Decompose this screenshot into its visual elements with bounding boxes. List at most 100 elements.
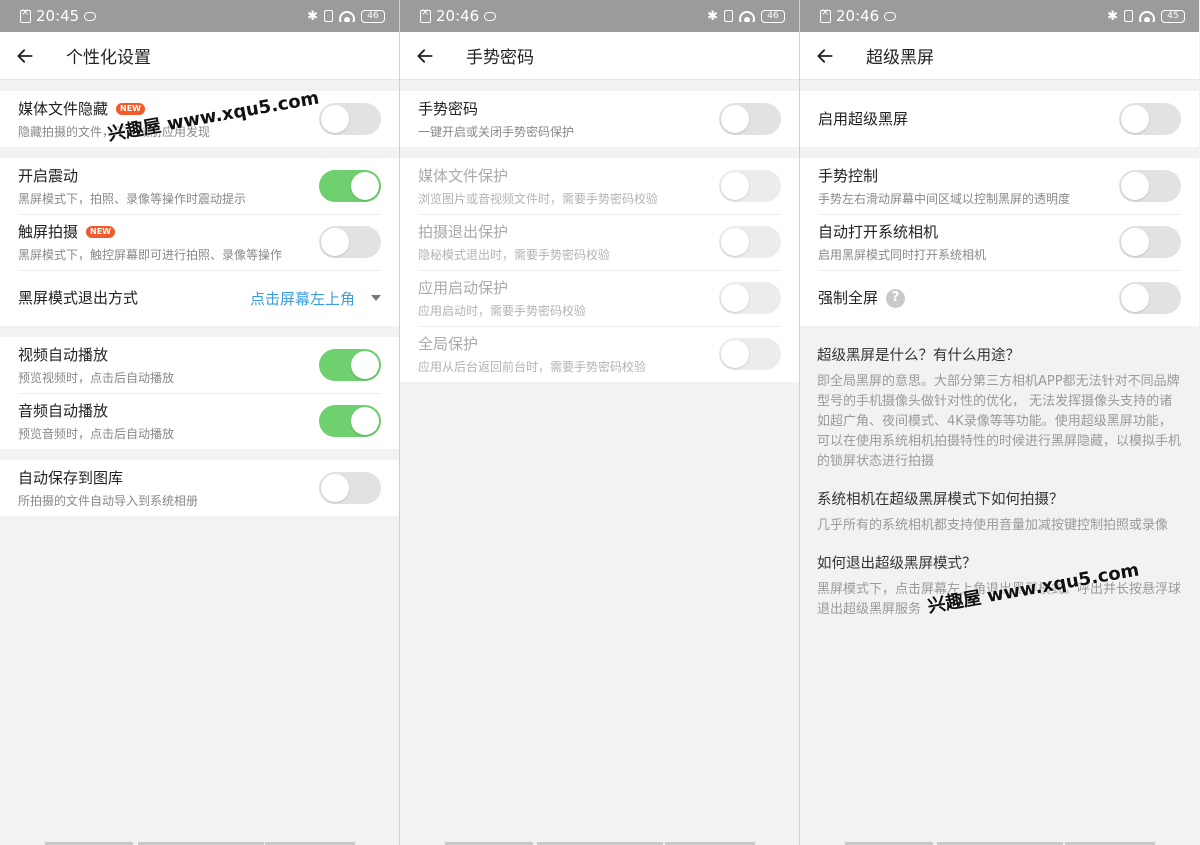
setting-title: 开启震动 xyxy=(18,166,79,185)
setting-title: 全局保护 xyxy=(418,334,479,353)
setting-title: 手势密码 xyxy=(418,99,479,118)
settings-section: 手势密码一键开启或关闭手势密码保护 xyxy=(400,91,799,147)
settings-row[interactable]: 开启震动 黑屏模式下，拍照、录像等操作时震动提示 xyxy=(0,158,399,214)
toggle-switch[interactable] xyxy=(719,103,781,135)
exit-mode-dropdown[interactable]: 点击屏幕左上角 xyxy=(250,288,381,309)
settings-row[interactable]: 自动打开系统相机 启用黑屏模式同时打开系统相机 xyxy=(800,214,1199,270)
setting-title: 应用启动保护 xyxy=(418,278,509,297)
help-icon[interactable]: ? xyxy=(886,288,906,308)
faq-answer: 即全局黑屏的意思。大部分第三方相机APP都无法针对不同品牌型号的手机摄像头做针对… xyxy=(817,374,1182,469)
setting-description: 黑屏模式下，触控屏幕即可进行拍照、录像等操作 xyxy=(18,247,283,262)
app-bar: 超级黑屏 xyxy=(800,32,1199,80)
toggle-switch xyxy=(719,338,781,370)
setting-title: 媒体文件隐藏 xyxy=(18,99,109,118)
status-time: 20:46 xyxy=(436,7,480,25)
toggle-switch[interactable] xyxy=(319,405,381,437)
setting-description: 应用启动时，需要手势密码校验 xyxy=(418,303,587,318)
setting-description: 隐秘模式退出时，需要手势密码校验 xyxy=(418,247,611,262)
settings-row[interactable]: 自动保存到图库所拍摄的文件自动导入到系统相册 xyxy=(0,460,399,516)
setting-description: 预览音频时，点击后自动播放 xyxy=(18,426,175,441)
settings-row[interactable]: 应用启动保护应用启动时，需要手势密码校验 xyxy=(400,270,799,326)
settings-row[interactable]: 触屏拍摄 NEW 黑屏模式下，触控屏幕即可进行拍照、录像等操作 xyxy=(0,214,399,270)
toggle-switch[interactable] xyxy=(319,472,381,504)
bluetooth-icon: ✱ xyxy=(707,8,718,24)
toggle-knob xyxy=(1121,105,1149,133)
setting-description: 一键开启或关闭手势密码保护 xyxy=(418,124,575,139)
toggle-switch[interactable] xyxy=(1119,226,1181,258)
back-button[interactable] xyxy=(400,32,450,80)
toggle-switch[interactable] xyxy=(1119,103,1181,135)
battery-icon: 46 xyxy=(761,9,785,23)
settings-row[interactable]: 强制全屏? xyxy=(800,270,1199,326)
vibrate-icon xyxy=(324,10,333,22)
notification-icon xyxy=(884,11,897,21)
status-time: 20:46 xyxy=(836,7,880,25)
settings-row[interactable]: 手势密码一键开启或关闭手势密码保护 xyxy=(400,91,799,147)
bluetooth-icon: ✱ xyxy=(1107,8,1118,24)
back-button[interactable] xyxy=(0,32,50,80)
settings-row[interactable]: 启用超级黑屏 xyxy=(800,91,1199,147)
toggle-knob xyxy=(721,284,749,312)
page-title: 超级黑屏 xyxy=(866,48,934,68)
wifi-icon xyxy=(739,10,755,22)
toggle-knob xyxy=(351,351,379,379)
settings-row[interactable]: 视频自动播放 预览视频时，点击后自动播放 xyxy=(0,337,399,393)
toggle-switch[interactable] xyxy=(319,170,381,202)
toggle-switch[interactable] xyxy=(319,103,381,135)
panel-super-blackscreen: 20:46 ✱ 45 超级黑屏启用超级黑屏手势控制手势左右滑动屏幕中间区域以控制黑屏的… xyxy=(800,0,1199,845)
toggle-switch[interactable] xyxy=(319,349,381,381)
settings-row[interactable]: 黑屏模式退出方式 点击屏幕左上角 xyxy=(0,270,399,326)
setting-title: 黑屏模式退出方式 xyxy=(18,289,139,307)
faq-question: 系统相机在超级黑屏模式下如何拍摄？ xyxy=(817,492,1064,508)
setting-title: 强制全屏 xyxy=(818,289,879,307)
settings-row[interactable]: 手势控制 手势左右滑动屏幕中间区域以控制黑屏的透明度 xyxy=(800,158,1199,214)
notification-icon xyxy=(484,11,497,21)
notification-icon xyxy=(84,11,97,21)
settings-row[interactable]: 媒体文件保护 浏览图片或音视频文件时，需要手势密码校验 xyxy=(400,158,799,214)
settings-section: 媒体文件保护 浏览图片或音视频文件时，需要手势密码校验拍摄退出保护隐秘模式退出时，… xyxy=(400,158,799,382)
settings-row[interactable]: 音频自动播放预览音频时，点击后自动播放 xyxy=(0,393,399,449)
settings-section: 开启震动 黑屏模式下，拍照、录像等操作时震动提示 触屏拍摄 NEW 黑屏模式下，触控屏幕… xyxy=(0,158,399,326)
wifi-icon xyxy=(1139,10,1155,22)
toggle-switch[interactable] xyxy=(319,226,381,258)
toggle-knob xyxy=(321,228,349,256)
settings-section: 自动保存到图库所拍摄的文件自动导入到系统相册 xyxy=(0,460,399,516)
no-sim-icon xyxy=(820,7,831,23)
status-time: 20:45 xyxy=(36,7,80,25)
setting-description: 所拍摄的文件自动导入到系统相册 xyxy=(18,493,199,508)
toggle-knob xyxy=(1121,228,1149,256)
setting-title: 触屏拍摄 xyxy=(18,222,79,241)
app-bar: 手势密码 xyxy=(400,32,799,80)
setting-title: 音频自动播放 xyxy=(18,401,109,420)
toggle-switch[interactable] xyxy=(1119,170,1181,202)
app-bar: 个性化设置 xyxy=(0,32,399,80)
setting-title: 视频自动播放 xyxy=(18,345,109,364)
caret-down-icon xyxy=(371,295,381,301)
toggle-knob xyxy=(721,172,749,200)
setting-description: 启用黑屏模式同时打开系统相机 xyxy=(818,247,987,262)
wifi-icon xyxy=(339,10,355,22)
setting-title: 手势控制 xyxy=(818,166,879,185)
setting-title: 拍摄退出保护 xyxy=(418,222,509,241)
setting-description: 应用从后台返回前台时，需要手势密码校验 xyxy=(418,359,647,374)
settings-section: 视频自动播放 预览视频时，点击后自动播放音频自动播放预览音频时，点击后自动播放 xyxy=(0,337,399,449)
status-bar: 20:45 ✱ 46 xyxy=(0,0,399,32)
toggle-knob xyxy=(1121,172,1149,200)
faq-answer: 几乎所有的系统相机都支持使用音量加减按键控制拍照或录像 xyxy=(817,518,1169,533)
no-sim-icon xyxy=(20,7,31,23)
toggle-knob xyxy=(1121,284,1149,312)
toggle-knob xyxy=(351,407,379,435)
status-bar: 20:46 ✱ 46 xyxy=(400,0,799,32)
vibrate-icon xyxy=(724,10,733,22)
setting-title: 自动保存到图库 xyxy=(18,468,124,487)
arrow-left-icon xyxy=(817,48,833,63)
back-button[interactable] xyxy=(800,32,850,80)
toggle-knob xyxy=(321,105,349,133)
toggle-switch[interactable] xyxy=(1119,282,1181,314)
settings-row[interactable]: 拍摄退出保护隐秘模式退出时，需要手势密码校验 xyxy=(400,214,799,270)
settings-row[interactable]: 全局保护应用从后台返回前台时，需要手势密码校验 xyxy=(400,326,799,382)
battery-icon: 45 xyxy=(1161,9,1185,23)
toggle-knob xyxy=(321,474,349,502)
bluetooth-icon: ✱ xyxy=(307,8,318,24)
arrow-left-icon xyxy=(417,48,433,63)
